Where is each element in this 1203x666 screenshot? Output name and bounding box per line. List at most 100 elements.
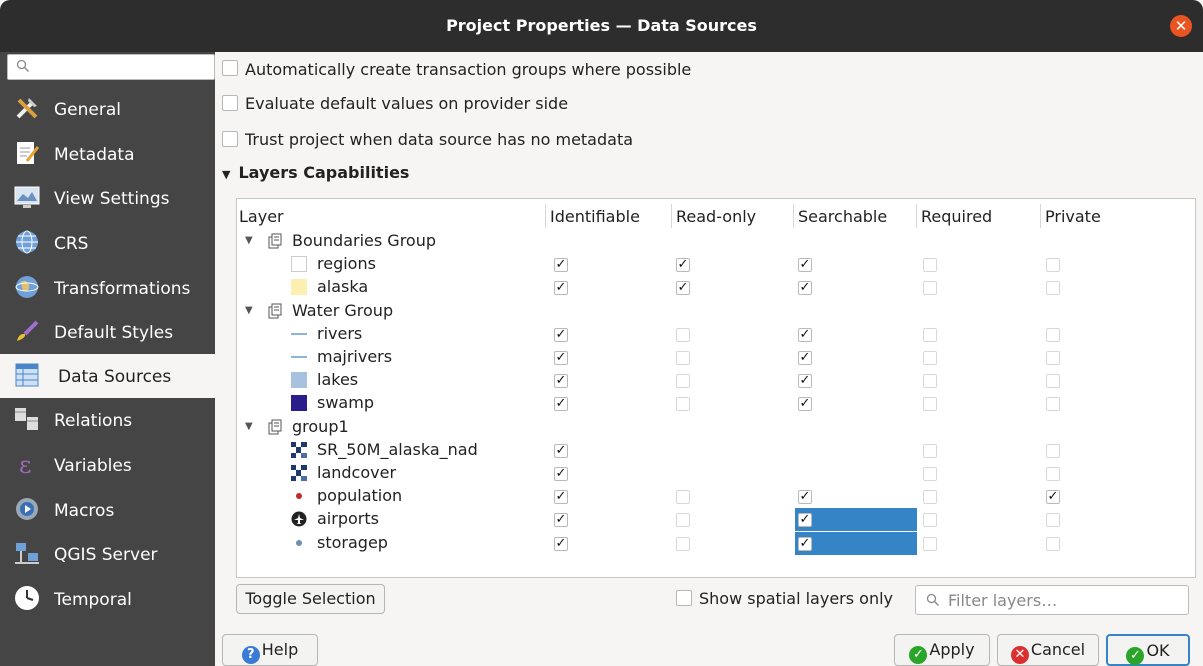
required-checkbox[interactable]	[923, 513, 937, 528]
expand-arrow-icon[interactable]: ▼	[245, 305, 253, 316]
sidebar-item-metadata[interactable]: Metadata	[0, 132, 215, 176]
layers-capabilities-header[interactable]: ▼ Layers Capabilities	[222, 163, 409, 182]
private-checkbox[interactable]	[1046, 536, 1060, 551]
layer-name[interactable]: rivers	[317, 324, 362, 343]
sidebar-search-input[interactable]	[7, 54, 215, 80]
identifiable-checkbox[interactable]: ✓	[554, 351, 568, 365]
searchable-checkbox[interactable]: ✓	[798, 397, 812, 412]
required-checkbox[interactable]	[923, 443, 937, 458]
identifiable-checkbox[interactable]: ✓	[554, 397, 568, 412]
identifiable-checkbox[interactable]: ✓	[554, 490, 568, 505]
expand-arrow-icon[interactable]: ▼	[245, 421, 253, 432]
trust-project-checkbox[interactable]	[222, 131, 238, 147]
layer-group-name[interactable]: Water Group	[292, 301, 393, 320]
searchable-checkbox[interactable]: ✓	[798, 513, 812, 528]
layer-name[interactable]: swamp	[317, 393, 374, 412]
identifiable-checkbox[interactable]: ✓	[554, 327, 568, 342]
sidebar-item-transformations[interactable]: Transformations	[0, 266, 215, 310]
layer-name[interactable]: storagep	[317, 533, 388, 552]
private-checkbox[interactable]: ✓	[1046, 490, 1060, 505]
readonly-checkbox[interactable]	[676, 513, 690, 528]
expand-arrow-icon[interactable]: ▼	[245, 235, 253, 246]
searchable-checkbox[interactable]: ✓	[798, 490, 812, 505]
searchable-checkbox[interactable]: ✓	[798, 258, 812, 273]
searchable-checkbox[interactable]: ✓	[798, 281, 812, 296]
searchable-checkbox[interactable]: ✓	[798, 374, 812, 389]
required-checkbox[interactable]	[923, 351, 937, 365]
layer-name[interactable]: regions	[317, 254, 376, 273]
identifiable-checkbox[interactable]: ✓	[554, 536, 568, 551]
required-checkbox[interactable]	[923, 327, 937, 342]
sidebar-item-relations[interactable]: Relations	[0, 398, 215, 442]
layer-group-name[interactable]: group1	[292, 417, 349, 436]
layer-name[interactable]: population	[317, 486, 402, 505]
identifiable-checkbox[interactable]: ✓	[554, 374, 568, 389]
readonly-checkbox[interactable]: ✓	[676, 281, 690, 296]
required-checkbox[interactable]	[923, 374, 937, 389]
filter-layers-input[interactable]	[915, 585, 1189, 615]
sidebar-item-variables[interactable]: ε Variables	[0, 443, 215, 487]
readonly-checkbox[interactable]	[676, 374, 690, 389]
layer-group-name[interactable]: Boundaries Group	[292, 231, 436, 250]
readonly-checkbox[interactable]	[676, 327, 690, 342]
readonly-checkbox[interactable]	[676, 397, 690, 412]
layer-name[interactable]: landcover	[317, 463, 396, 482]
readonly-checkbox[interactable]	[676, 351, 690, 365]
searchable-checkbox[interactable]: ✓	[798, 327, 812, 342]
sidebar-item-qgis-server[interactable]: QGIS Server	[0, 532, 215, 576]
sidebar-item-temporal[interactable]: Temporal	[0, 577, 215, 621]
apply-button[interactable]: ✓ Apply	[894, 634, 990, 666]
layer-name[interactable]: lakes	[317, 370, 358, 389]
ok-button[interactable]: ✓ OK	[1106, 634, 1190, 666]
required-checkbox[interactable]	[923, 397, 937, 412]
show-spatial-checkbox[interactable]	[676, 590, 692, 606]
sidebar-item-default-styles[interactable]: Default Styles	[0, 310, 215, 354]
sidebar-item-macros[interactable]: Macros	[0, 488, 215, 532]
private-checkbox[interactable]	[1046, 397, 1060, 412]
private-checkbox[interactable]	[1046, 467, 1060, 481]
identifiable-checkbox[interactable]: ✓	[554, 281, 568, 296]
column-header-private[interactable]: Private	[1045, 207, 1101, 226]
sidebar-item-general[interactable]: General	[0, 87, 215, 131]
layer-name[interactable]: SR_50M_alaska_nad	[317, 440, 478, 459]
toggle-selection-button[interactable]: Toggle Selection	[236, 584, 385, 614]
private-checkbox[interactable]	[1046, 443, 1060, 458]
private-checkbox[interactable]	[1046, 327, 1060, 342]
column-header-read-only[interactable]: Read-only	[676, 207, 756, 226]
searchable-checkbox[interactable]: ✓	[798, 536, 812, 551]
private-checkbox[interactable]	[1046, 258, 1060, 273]
readonly-checkbox[interactable]	[676, 536, 690, 551]
required-checkbox[interactable]	[923, 258, 937, 273]
evaluate-defaults-checkbox[interactable]	[222, 95, 238, 111]
required-checkbox[interactable]	[923, 536, 937, 551]
transaction-groups-checkbox[interactable]	[222, 60, 238, 76]
layer-name[interactable]: majrivers	[317, 347, 392, 366]
filter-text-field[interactable]	[948, 590, 1178, 610]
identifiable-checkbox[interactable]: ✓	[554, 258, 568, 273]
sidebar-item-data-sources[interactable]: Data Sources	[0, 354, 215, 398]
required-checkbox[interactable]	[923, 490, 937, 505]
sidebar-item-view-settings[interactable]: View Settings	[0, 176, 215, 220]
layer-name[interactable]: airports	[317, 509, 379, 528]
searchable-checkbox[interactable]: ✓	[798, 351, 812, 365]
private-checkbox[interactable]	[1046, 513, 1060, 528]
private-checkbox[interactable]	[1046, 374, 1060, 389]
column-header-searchable[interactable]: Searchable	[798, 207, 887, 226]
close-button[interactable]: ✕	[1170, 15, 1192, 37]
identifiable-checkbox[interactable]: ✓	[554, 443, 568, 458]
help-button[interactable]: ? Help	[222, 634, 318, 666]
column-header-required[interactable]: Required	[921, 207, 992, 226]
required-checkbox[interactable]	[923, 281, 937, 296]
required-checkbox[interactable]	[923, 467, 937, 481]
column-header-identifiable[interactable]: Identifiable	[550, 207, 640, 226]
identifiable-checkbox[interactable]: ✓	[554, 513, 568, 528]
private-checkbox[interactable]	[1046, 281, 1060, 296]
identifiable-checkbox[interactable]: ✓	[554, 467, 568, 481]
readonly-checkbox[interactable]: ✓	[676, 258, 690, 273]
sidebar-item-crs[interactable]: CRS	[0, 221, 215, 265]
layer-name[interactable]: alaska	[317, 277, 368, 296]
column-header-layer[interactable]: Layer	[239, 207, 284, 226]
cancel-button[interactable]: ✕ Cancel	[997, 634, 1099, 666]
readonly-checkbox[interactable]	[676, 490, 690, 505]
private-checkbox[interactable]	[1046, 351, 1060, 365]
